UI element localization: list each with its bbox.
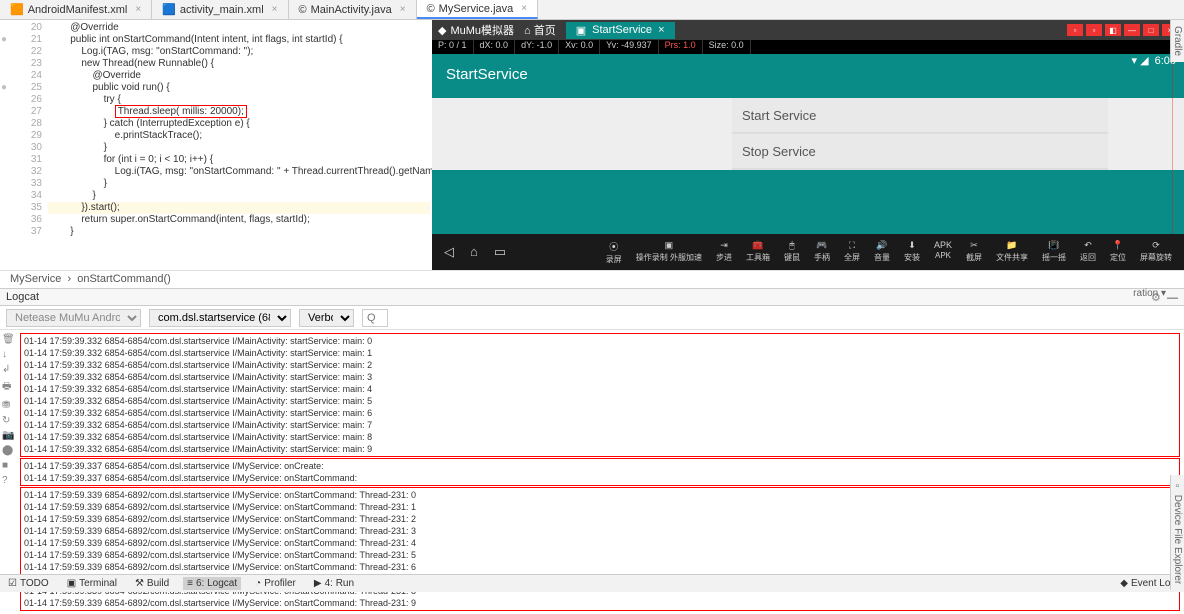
screenshot-icon[interactable]: 📷 <box>2 430 14 441</box>
close-icon[interactable]: × <box>135 4 141 15</box>
todo-tool[interactable]: ☑ TODO <box>4 577 53 590</box>
emulator-tool[interactable]: ↶返回 <box>1080 240 1096 265</box>
record-icon[interactable]: ⬤ <box>2 445 14 456</box>
log-search-input[interactable] <box>362 309 388 327</box>
window-control[interactable]: ▫ <box>1067 24 1083 36</box>
start-service-button[interactable]: Start Service <box>732 98 1108 134</box>
window-control[interactable]: ◧ <box>1105 24 1121 36</box>
emulator-tool[interactable]: ▣操作录制 外服加速 <box>636 240 702 265</box>
app-title: StartService <box>432 54 1184 94</box>
close-icon[interactable]: × <box>400 4 406 15</box>
help-icon[interactable]: ? <box>2 475 14 486</box>
close-icon[interactable]: × <box>272 4 278 15</box>
log-output[interactable]: 01-14 17:59:39.332 6854-6854/com.dsl.sta… <box>16 330 1184 614</box>
print-icon[interactable]: 🖶 <box>2 379 14 396</box>
file-tab[interactable]: ©MyService.java× <box>417 0 539 19</box>
process-select[interactable]: com.dsl.startservice (6854) <box>149 309 291 327</box>
back-icon[interactable]: ◁ <box>444 244 454 260</box>
stop-icon[interactable]: ■ <box>2 460 14 471</box>
close-icon[interactable]: × <box>521 3 527 14</box>
emulator-tool[interactable]: ⛶全屏 <box>844 240 860 265</box>
emulator-tool[interactable]: ⦿录屏 <box>606 240 622 265</box>
device-select[interactable]: Netease MuMu Android 6.0.1, A <box>6 309 141 327</box>
logcat-tool[interactable]: ≡ 6: Logcat <box>183 577 241 590</box>
emulator-tool[interactable]: ✂截屏 <box>966 240 982 265</box>
loglevel-select[interactable]: Verbose <box>299 309 354 327</box>
home-icon[interactable]: ⌂ <box>470 244 478 260</box>
trash-icon[interactable]: 🗑 <box>2 334 14 345</box>
ide-statusbar: ☑ TODO ▣ Terminal ⚒ Build ≡ 6: Logcat ◔ … <box>0 574 1184 592</box>
profiler-tool[interactable]: ◔ Profiler <box>251 577 300 590</box>
filter-dropdown[interactable]: ration ▾ <box>1133 288 1166 299</box>
emulator-tool[interactable]: 🔊音量 <box>874 240 890 265</box>
emulator-brand: ◆ MuMu模拟器 <box>438 22 514 38</box>
file-tab[interactable]: 🟧AndroidManifest.xml× <box>0 0 152 19</box>
emulator-window: ◆ MuMu模拟器 ⌂ 首页 ▣ StartService × ▫ ▫ ◧ — … <box>432 20 1184 270</box>
emulator-tool[interactable]: 🧰工具箱 <box>746 240 770 265</box>
emulator-tool[interactable]: 📍定位 <box>1110 240 1126 265</box>
file-icon: © <box>299 4 307 16</box>
file-icon: 🟦 <box>162 3 176 16</box>
wifi-icon: ▾ ◢ <box>1132 54 1149 67</box>
emulator-tool[interactable]: 📳摇一摇 <box>1042 240 1066 265</box>
emulator-tab[interactable]: ▣ StartService × <box>566 22 675 39</box>
close-icon[interactable]: × <box>658 24 664 36</box>
minimize-icon[interactable]: — <box>1167 292 1178 304</box>
emulator-tool[interactable]: 🎮手柄 <box>814 240 830 265</box>
emulator-tool[interactable]: APKAPK <box>934 240 952 265</box>
file-icon: 🟧 <box>10 3 24 16</box>
logcat-panel-title[interactable]: Logcat <box>6 291 39 303</box>
scroll-end-icon[interactable]: ↓ <box>2 349 14 360</box>
gradle-panel-tab[interactable]: Gradle <box>1170 20 1184 62</box>
device-explorer-tab[interactable]: ▫ Device File Explorer <box>1170 475 1184 590</box>
emulator-tool[interactable]: 🖱键鼠 <box>784 240 800 265</box>
file-icon: © <box>427 3 435 15</box>
window-control[interactable]: ▫ <box>1086 24 1102 36</box>
code-editor[interactable]: ● ● 202122232425262728293031323334353637… <box>0 20 432 270</box>
restart-icon[interactable]: ↻ <box>2 415 14 426</box>
maximize-icon[interactable]: □ <box>1143 24 1159 36</box>
emulator-pointer-status: P: 0 / 1dX: 0.0dY: -1.0Xv: 0.0Yv: -49.93… <box>432 40 1184 54</box>
emulator-tool[interactable]: ⇥步进 <box>716 240 732 265</box>
build-tool[interactable]: ⚒ Build <box>131 577 173 590</box>
touch-trace-line <box>1172 54 1173 234</box>
editor-tabs: 🟧AndroidManifest.xml×🟦activity_main.xml×… <box>0 0 1184 20</box>
file-tab[interactable]: 🟦activity_main.xml× <box>152 0 288 19</box>
stop-service-button[interactable]: Stop Service <box>732 134 1108 170</box>
terminal-tool[interactable]: ▣ Terminal <box>63 577 121 590</box>
emulator-tool[interactable]: ⟳屏幕旋转 <box>1140 240 1172 265</box>
breadcrumb[interactable]: MyService › onStartCommand() <box>0 270 1184 288</box>
emulator-tool[interactable]: ⬇安装 <box>904 240 920 265</box>
minimize-icon[interactable]: — <box>1124 24 1140 36</box>
run-tool[interactable]: ▶ 4: Run <box>310 577 358 590</box>
file-tab[interactable]: ©MainActivity.java× <box>289 0 417 19</box>
home-icon[interactable]: ⌂ 首页 <box>524 22 556 38</box>
emulator-tool[interactable]: 📁文件共享 <box>996 240 1028 265</box>
recents-icon[interactable]: ▭ <box>494 244 506 260</box>
emulator-toolbar: ◁ ⌂ ▭ ⦿录屏 ▣操作录制 外服加速 ⇥步进 🧰工具箱 🖱键鼠 🎮手柄 ⛶全屏 🔊音量 ⬇安… <box>432 234 1184 270</box>
soft-wrap-icon[interactable]: ↲ <box>2 364 14 375</box>
filter-icon[interactable]: ⛃ <box>2 400 14 411</box>
